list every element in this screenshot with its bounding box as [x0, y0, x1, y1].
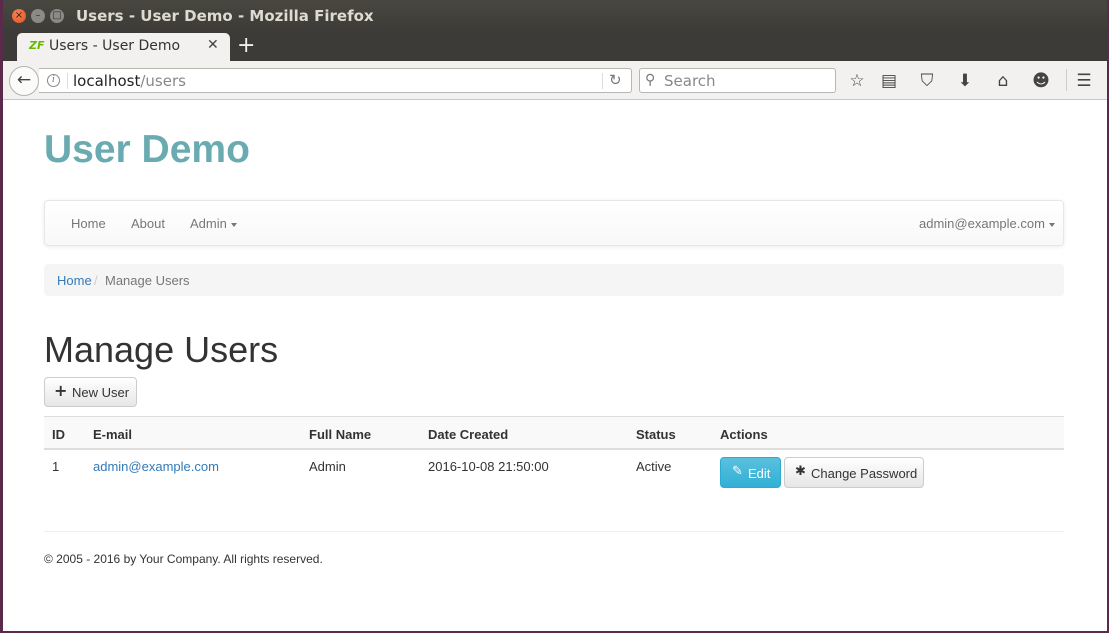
tab-users[interactable]: ZF Users - User Demo ✕	[17, 33, 230, 61]
url-path: /users	[140, 72, 186, 90]
window-titlebar: × – □ Users - User Demo - Mozilla Firefo…	[3, 0, 1107, 33]
cell-email-link[interactable]: admin@example.com	[93, 459, 219, 474]
home-icon[interactable]: ⌂	[992, 70, 1014, 92]
search-bar[interactable]: ⚲	[639, 68, 836, 93]
url-host: localhost	[73, 72, 141, 90]
breadcrumb-home-link[interactable]: Home	[57, 273, 92, 288]
window-maximize-button[interactable]: □	[50, 9, 64, 23]
page-viewport: User Demo Home About Admin admin@example…	[3, 101, 1107, 631]
nav-item-home[interactable]: Home	[71, 216, 106, 231]
url-divider	[67, 73, 68, 89]
change-password-button[interactable]: ✱ Change Password	[784, 457, 924, 488]
bookmark-star-icon[interactable]: ☆	[846, 70, 868, 92]
pocket-icon[interactable]: ⛉	[916, 70, 938, 92]
nav-item-admin-label: Admin	[190, 216, 227, 231]
table-header-row: ID E-mail Full Name Date Created Status …	[44, 416, 1064, 450]
cell-id: 1	[52, 459, 60, 474]
table-row: 1 admin@example.com Admin 2016-10-08 21:…	[44, 450, 1064, 494]
menu-icon[interactable]: ☰	[1073, 70, 1095, 92]
nav-item-admin[interactable]: Admin	[190, 216, 237, 231]
cell-full-name: Admin	[309, 459, 346, 474]
window-minimize-button[interactable]: –	[31, 9, 45, 23]
tab-title: Users - User Demo	[49, 38, 181, 54]
column-header-status: Status	[636, 427, 676, 442]
hello-icon[interactable]: ☻	[1030, 70, 1052, 92]
nav-user-menu[interactable]: admin@example.com	[919, 216, 1055, 231]
toolbar-divider	[1066, 69, 1067, 91]
search-icon: ⚲	[645, 72, 656, 88]
reading-list-icon[interactable]: ▤	[878, 70, 900, 92]
breadcrumb: Home / Manage Users	[44, 264, 1064, 296]
edit-button[interactable]: ✎ Edit	[720, 457, 781, 488]
url-bar[interactable]: i localhost/users ↻	[39, 68, 632, 93]
cell-date-created: 2016-10-08 21:50:00	[428, 459, 549, 474]
column-header-date-created: Date Created	[428, 427, 509, 442]
tab-strip: ZF Users - User Demo ✕ +	[3, 33, 1107, 61]
navigation-toolbar: i localhost/users ↻ ← ⚲ ☆ ▤ ⛉ ⬇ ⌂ ☻ ☰	[3, 61, 1107, 100]
column-header-id: ID	[52, 427, 65, 442]
window-close-button[interactable]: ×	[12, 9, 26, 23]
url-text[interactable]: localhost/users	[73, 72, 186, 90]
downloads-icon[interactable]: ⬇	[954, 70, 976, 92]
tab-close-icon[interactable]: ✕	[207, 37, 219, 53]
site-info-icon[interactable]: i	[47, 74, 60, 87]
reload-divider	[602, 73, 603, 89]
breadcrumb-separator: /	[94, 273, 98, 288]
breadcrumb-current: Manage Users	[105, 273, 190, 288]
new-tab-button[interactable]: +	[237, 34, 255, 58]
plus-icon: +	[54, 381, 68, 400]
site-brand[interactable]: User Demo	[44, 128, 250, 172]
edit-label: Edit	[748, 466, 771, 481]
cell-status: Active	[636, 459, 672, 474]
site-navbar: Home About Admin admin@example.com	[44, 200, 1064, 246]
caret-down-icon	[230, 222, 237, 227]
browser-window: × – □ Users - User Demo - Mozilla Firefo…	[3, 0, 1107, 631]
nav-user-email: admin@example.com	[919, 216, 1045, 231]
footer-copyright: © 2005 - 2016 by Your Company. All right…	[44, 552, 323, 566]
zend-favicon-icon: ZF	[29, 39, 45, 52]
caret-down-icon	[1048, 222, 1055, 227]
back-button[interactable]: ←	[9, 66, 39, 96]
page-title: Manage Users	[44, 329, 279, 370]
change-password-label: Change Password	[811, 466, 918, 481]
reload-icon[interactable]: ↻	[609, 71, 622, 89]
new-user-button[interactable]: + New User	[44, 377, 137, 407]
footer-divider	[44, 531, 1064, 532]
column-header-actions: Actions	[720, 427, 768, 442]
asterisk-icon: ✱	[795, 464, 806, 479]
pencil-icon: ✎	[732, 464, 743, 479]
column-header-email: E-mail	[93, 427, 133, 442]
search-input[interactable]	[664, 71, 829, 90]
window-title: Users - User Demo - Mozilla Firefox	[76, 7, 374, 25]
new-user-label: New User	[72, 385, 130, 400]
column-header-full-name: Full Name	[309, 427, 372, 442]
nav-item-about[interactable]: About	[131, 216, 165, 231]
